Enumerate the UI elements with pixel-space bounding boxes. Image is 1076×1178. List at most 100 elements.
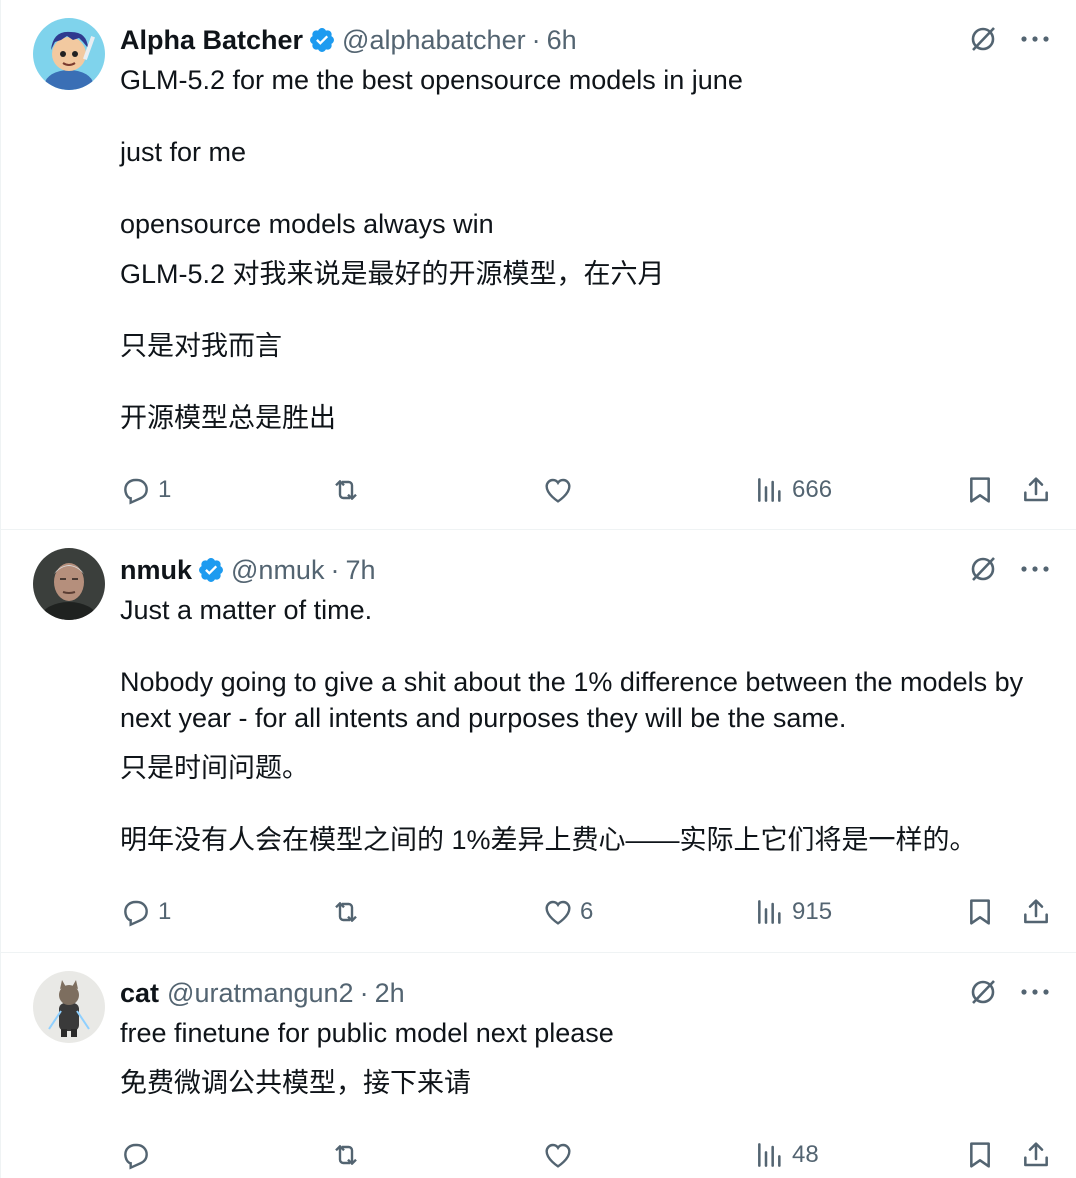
reply-button[interactable]: 1 (120, 896, 171, 928)
author-handle[interactable]: @uratmangun2 (167, 978, 354, 1009)
tweet-text: Just a matter of time. Nobody going to g… (120, 592, 1023, 858)
tweet-line: Just a matter of time. (120, 595, 373, 625)
grok-button[interactable] (966, 552, 1000, 586)
timestamp[interactable]: 2h (375, 978, 405, 1009)
avatar-image (33, 548, 105, 620)
more-icon (1021, 566, 1049, 572)
views-count: 915 (792, 898, 833, 925)
tweet[interactable]: nmuk @nmuk · 7h Just a matter of time. N… (1, 530, 1076, 953)
author-handle[interactable]: @alphabatcher (342, 25, 526, 56)
views-button[interactable]: 666 (754, 474, 832, 506)
reply-count: 1 (158, 898, 172, 925)
like-count: 6 (580, 898, 594, 925)
grok-button[interactable] (966, 22, 1000, 56)
author-name[interactable]: nmuk (120, 555, 192, 586)
tweet-actions: 48 (120, 1135, 1048, 1175)
tweet-line: opensource models always win (120, 209, 494, 239)
tweet-text: free finetune for public model next plea… (120, 1015, 614, 1101)
timestamp[interactable]: 6h (547, 25, 577, 56)
more-button[interactable] (1018, 22, 1052, 56)
tweet-line: 只是对我而言 (120, 331, 282, 361)
bookmark-icon (970, 477, 990, 503)
tweet-line: free finetune for public model next plea… (120, 1018, 614, 1048)
tweet-top-actions (966, 975, 1052, 1009)
verified-badge-icon (199, 558, 223, 582)
bookmark-button[interactable] (964, 896, 996, 928)
separator: · (330, 554, 340, 585)
avatar-image (33, 18, 105, 90)
tweet-line: Nobody going to give a shit about the 1%… (120, 667, 1024, 697)
reply-count: 1 (158, 476, 172, 503)
share-icon (1024, 1142, 1048, 1167)
tweet-line: next year - for all intents and purposes… (120, 703, 847, 733)
reply-icon (124, 1143, 148, 1170)
avatar[interactable] (33, 18, 105, 90)
bookmark-button[interactable] (964, 474, 996, 506)
more-icon (1021, 989, 1049, 995)
retweet-icon (335, 902, 357, 922)
repost-button[interactable] (330, 1139, 368, 1171)
repost-button[interactable] (330, 896, 368, 928)
tweet-actions: 1 6 915 (120, 892, 1048, 932)
separator: · (531, 24, 541, 55)
heart-icon (545, 478, 571, 503)
tweet-line: 开源模型总是胜出 (120, 403, 336, 433)
share-icon (1024, 899, 1048, 924)
share-button[interactable] (1020, 896, 1052, 928)
bookmark-icon (970, 1142, 990, 1168)
share-button[interactable] (1020, 1139, 1052, 1171)
like-button[interactable] (542, 1139, 580, 1171)
more-button[interactable] (1018, 975, 1052, 1009)
reply-icon (124, 478, 148, 505)
avatar-image (33, 971, 105, 1043)
author-handle[interactable]: @nmuk (231, 555, 324, 586)
grok-icon (971, 27, 995, 51)
like-button[interactable]: 6 (542, 896, 593, 928)
grok-button[interactable] (966, 975, 1000, 1009)
verified-badge-icon (310, 28, 335, 52)
avatar[interactable] (33, 971, 105, 1043)
more-button[interactable] (1018, 552, 1052, 586)
tweet-header: cat @uratmangun2 · 2h (120, 973, 405, 1013)
tweet-top-actions (966, 22, 1052, 56)
views-icon (758, 1143, 781, 1167)
views-button[interactable]: 915 (754, 896, 832, 928)
tweet[interactable]: cat @uratmangun2 · 2h free finetune for … (1, 953, 1076, 1178)
views-count: 48 (792, 1141, 819, 1168)
author-name[interactable]: Alpha Batcher (120, 25, 303, 56)
share-button[interactable] (1020, 474, 1052, 506)
views-icon (758, 900, 781, 924)
tweet[interactable]: Alpha Batcher @alphabatcher · 6h GLM-5.2… (1, 0, 1076, 530)
views-count: 666 (792, 476, 833, 503)
tweet-line: 免费微调公共模型，接下来请 (120, 1068, 471, 1098)
tweet-line: just for me (120, 137, 247, 167)
tweet-header: Alpha Batcher @alphabatcher · 6h (120, 20, 577, 60)
timestamp[interactable]: 7h (345, 555, 375, 586)
like-button[interactable] (542, 474, 580, 506)
retweet-icon (335, 480, 357, 500)
tweet-line: GLM-5.2 for me the best opensource model… (120, 65, 743, 95)
heart-icon (545, 1143, 571, 1168)
reply-button[interactable]: 1 (120, 474, 171, 506)
grok-icon (971, 980, 995, 1004)
avatar[interactable] (33, 548, 105, 620)
reply-button[interactable] (120, 1139, 158, 1171)
views-button[interactable]: 48 (754, 1139, 819, 1171)
tweet-line: 明年没有人会在模型之间的 1%差异上费心——实际上它们将是一样的。 (120, 825, 977, 855)
more-icon (1021, 36, 1049, 42)
author-name[interactable]: cat (120, 978, 159, 1009)
grok-icon (971, 557, 995, 581)
retweet-icon (335, 1145, 357, 1165)
heart-icon (545, 900, 571, 925)
tweet-top-actions (966, 552, 1052, 586)
reply-feed: Alpha Batcher @alphabatcher · 6h GLM-5.2… (0, 0, 1076, 1178)
repost-button[interactable] (330, 474, 368, 506)
share-icon (1024, 477, 1048, 502)
tweet-header: nmuk @nmuk · 7h (120, 550, 376, 590)
tweet-line: GLM-5.2 对我来说是最好的开源模型，在六月 (120, 259, 665, 289)
bookmark-icon (970, 899, 990, 925)
tweet-line: 只是时间问题。 (120, 753, 309, 783)
bookmark-button[interactable] (964, 1139, 996, 1171)
views-icon (758, 478, 781, 502)
tweet-text: GLM-5.2 for me the best opensource model… (120, 62, 743, 436)
